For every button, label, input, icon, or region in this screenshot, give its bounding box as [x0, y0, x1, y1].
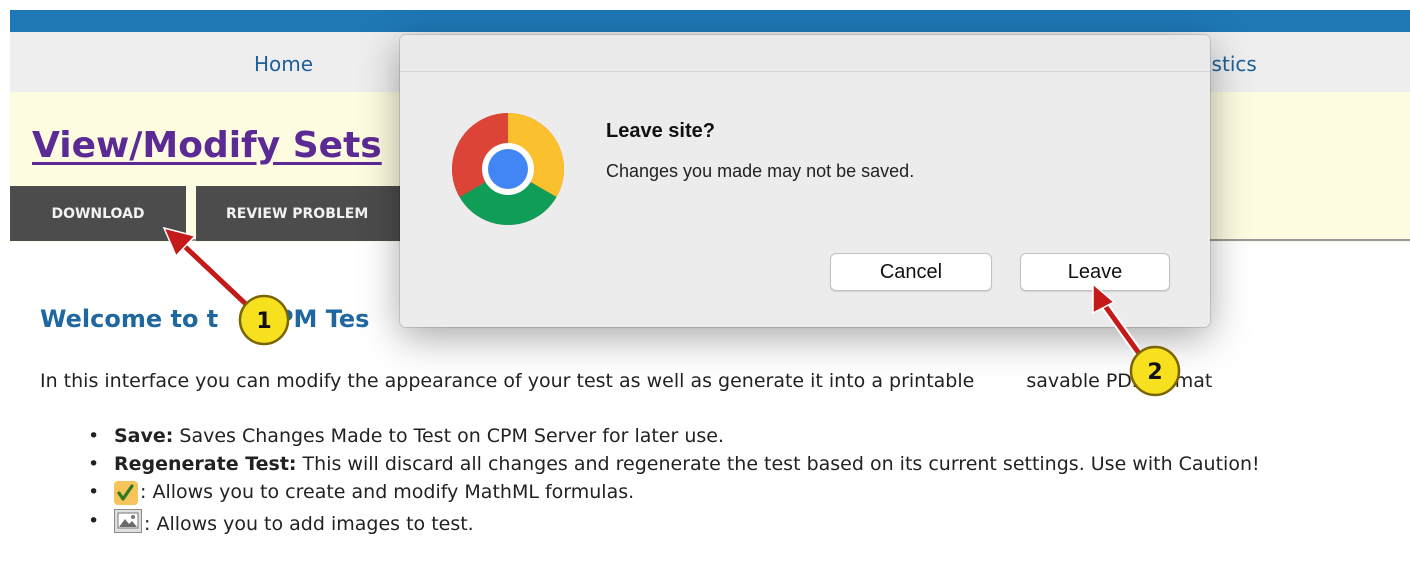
callout-1-number: 1: [256, 309, 271, 334]
arrow-to-download: [162, 226, 255, 313]
callout-2-number: 2: [1147, 360, 1162, 385]
annotation-layer: 1 2: [162, 226, 1181, 397]
arrow-to-leave: [1092, 282, 1143, 357]
callout-1: 1: [238, 294, 290, 346]
callout-2: 2: [1129, 345, 1181, 397]
